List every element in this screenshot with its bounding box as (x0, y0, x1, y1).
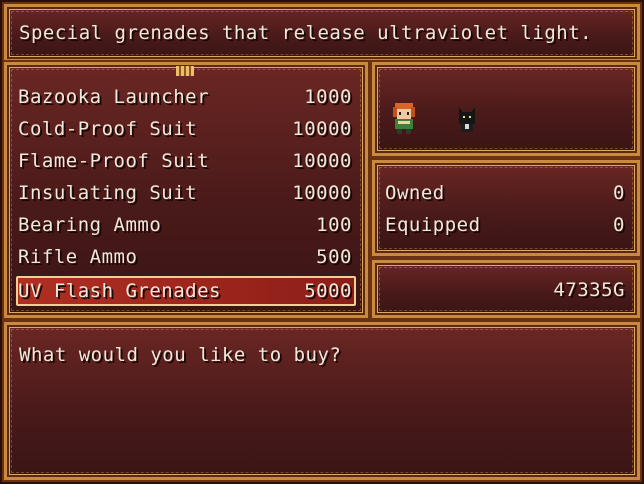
item-price: 5000 (304, 280, 352, 302)
party-window (372, 62, 640, 156)
item-name: UV Flash Grenades (18, 280, 221, 302)
gold-window: 47335G (372, 260, 640, 318)
shop-screen: Special grenades that release ultraviole… (0, 0, 644, 484)
list-item[interactable]: Insulating Suit 10000 (16, 178, 356, 208)
item-name: Bearing Ammo (18, 214, 162, 236)
party-member-black-cat-sprite-icon (459, 107, 475, 132)
item-name: Rifle Ammo (18, 246, 138, 268)
item-price: 10000 (292, 118, 352, 140)
message-text: What would you like to buy? (19, 344, 342, 366)
list-item[interactable]: Rifle Ammo 500 (16, 242, 356, 272)
party-member-redhead-sprite-icon (393, 103, 415, 134)
help-text: Special grenades that release ultraviole… (19, 22, 593, 44)
scroll-up-indicator-icon[interactable] (176, 66, 194, 76)
equipped-label: Equipped (385, 214, 481, 236)
list-item-selected[interactable]: UV Flash Grenades 5000 (16, 276, 356, 306)
item-price: 10000 (292, 150, 352, 172)
item-name: Bazooka Launcher (18, 86, 210, 108)
list-item[interactable]: Flame-Proof Suit 10000 (16, 146, 356, 176)
item-price: 500 (316, 246, 352, 268)
item-name: Flame-Proof Suit (18, 150, 210, 172)
owned-label: Owned (385, 182, 445, 204)
item-name: Cold-Proof Suit (18, 118, 198, 140)
list-item[interactable]: Bearing Ammo 100 (16, 210, 356, 240)
gold-amount: 47335G (553, 279, 625, 301)
item-price: 1000 (304, 86, 352, 108)
item-price: 100 (316, 214, 352, 236)
equipped-value: 0 (613, 214, 625, 236)
item-status-window: Owned 0 Equipped 0 (372, 160, 640, 256)
item-price: 10000 (292, 182, 352, 204)
list-item[interactable]: Bazooka Launcher 1000 (16, 82, 356, 112)
help-window: Special grenades that release ultraviole… (4, 4, 640, 62)
message-window: What would you like to buy? (4, 322, 640, 480)
item-name: Insulating Suit (18, 182, 198, 204)
owned-value: 0 (613, 182, 625, 204)
list-item[interactable]: Cold-Proof Suit 10000 (16, 114, 356, 144)
